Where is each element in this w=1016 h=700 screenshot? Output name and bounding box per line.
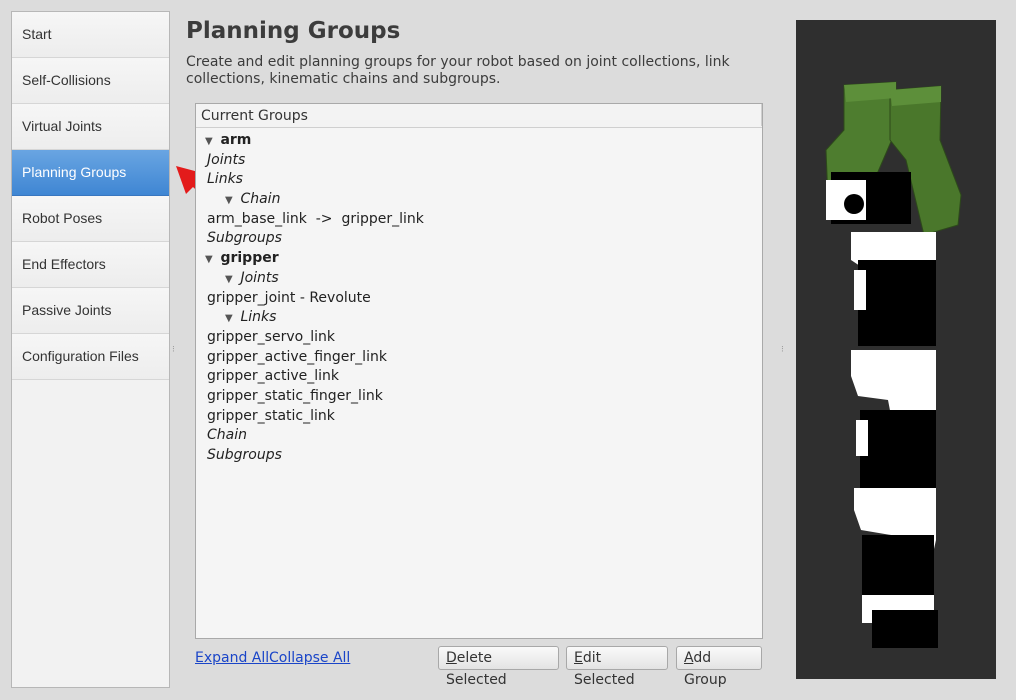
splitter-handle-left[interactable]: ⁝ bbox=[172, 345, 178, 357]
sidebar-item-start[interactable]: Start bbox=[12, 12, 169, 58]
tree-item-arm[interactable]: ▼ arm bbox=[196, 130, 762, 150]
tree-item-gripper-links[interactable]: ▼ Links bbox=[196, 307, 762, 327]
tree-item-gripper[interactable]: ▼ gripper bbox=[196, 248, 762, 268]
add-group-button[interactable]: Add Group bbox=[676, 646, 762, 688]
sidebar-nav: Start Self-Collisions Virtual Joints Pla… bbox=[11, 11, 170, 688]
tree-item-arm-links[interactable]: Links bbox=[196, 169, 762, 189]
splitter-handle-right[interactable]: ⁝ bbox=[781, 345, 787, 357]
sidebar-item-end-effectors[interactable]: End Effectors bbox=[12, 242, 169, 288]
tree-item-gripper-subgroups[interactable]: Subgroups bbox=[196, 445, 762, 465]
page-description: Create and edit planning groups for your… bbox=[186, 54, 730, 87]
sidebar-item-self-collisions[interactable]: Self-Collisions bbox=[12, 58, 169, 104]
tree-item-arm-joints[interactable]: Joints bbox=[196, 150, 762, 170]
expand-all-link[interactable]: Expand All bbox=[195, 650, 269, 666]
header-divider bbox=[761, 104, 762, 126]
tree-item-link[interactable]: gripper_active_finger_link bbox=[196, 347, 762, 367]
tree-item-arm-chain[interactable]: ▼ Chain bbox=[196, 189, 762, 209]
tree-item-link[interactable]: gripper_static_finger_link bbox=[196, 386, 762, 406]
edit-selected-button[interactable]: Edit Selected bbox=[566, 646, 668, 688]
collapse-all-link[interactable]: Collapse All bbox=[269, 650, 350, 666]
page-title: Planning Groups bbox=[186, 18, 401, 44]
sidebar-item-configuration-files[interactable]: Configuration Files bbox=[12, 334, 169, 380]
tree-header: Current Groups bbox=[196, 104, 762, 128]
tree-item-gripper-chain[interactable]: Chain bbox=[196, 425, 762, 445]
tree-item-link[interactable]: gripper_static_link bbox=[196, 406, 762, 426]
sidebar-item-virtual-joints[interactable]: Virtual Joints bbox=[12, 104, 169, 150]
robot-arm-model bbox=[825, 81, 962, 648]
delete-selected-button[interactable]: Delete Selected bbox=[438, 646, 559, 688]
sidebar-item-passive-joints[interactable]: Passive Joints bbox=[12, 288, 169, 334]
tree-item-arm-subgroups[interactable]: Subgroups bbox=[196, 228, 762, 248]
tree-item-arm-chain-value[interactable]: arm_base_link -> gripper_link bbox=[196, 209, 762, 229]
robot-3d-viewport[interactable] bbox=[796, 20, 996, 679]
sidebar-item-robot-poses[interactable]: Robot Poses bbox=[12, 196, 169, 242]
groups-tree[interactable]: Current Groups ▼ arm Joints Links ▼ Chai… bbox=[195, 103, 763, 639]
sidebar-item-planning-groups[interactable]: Planning Groups bbox=[12, 150, 169, 196]
tree-item-gripper-joint-value[interactable]: gripper_joint - Revolute bbox=[196, 288, 762, 308]
tree-item-link[interactable]: gripper_servo_link bbox=[196, 327, 762, 347]
tree-item-gripper-joints[interactable]: ▼ Joints bbox=[196, 268, 762, 288]
tree-item-link[interactable]: gripper_active_link bbox=[196, 366, 762, 386]
tree-header-label: Current Groups bbox=[201, 108, 308, 124]
